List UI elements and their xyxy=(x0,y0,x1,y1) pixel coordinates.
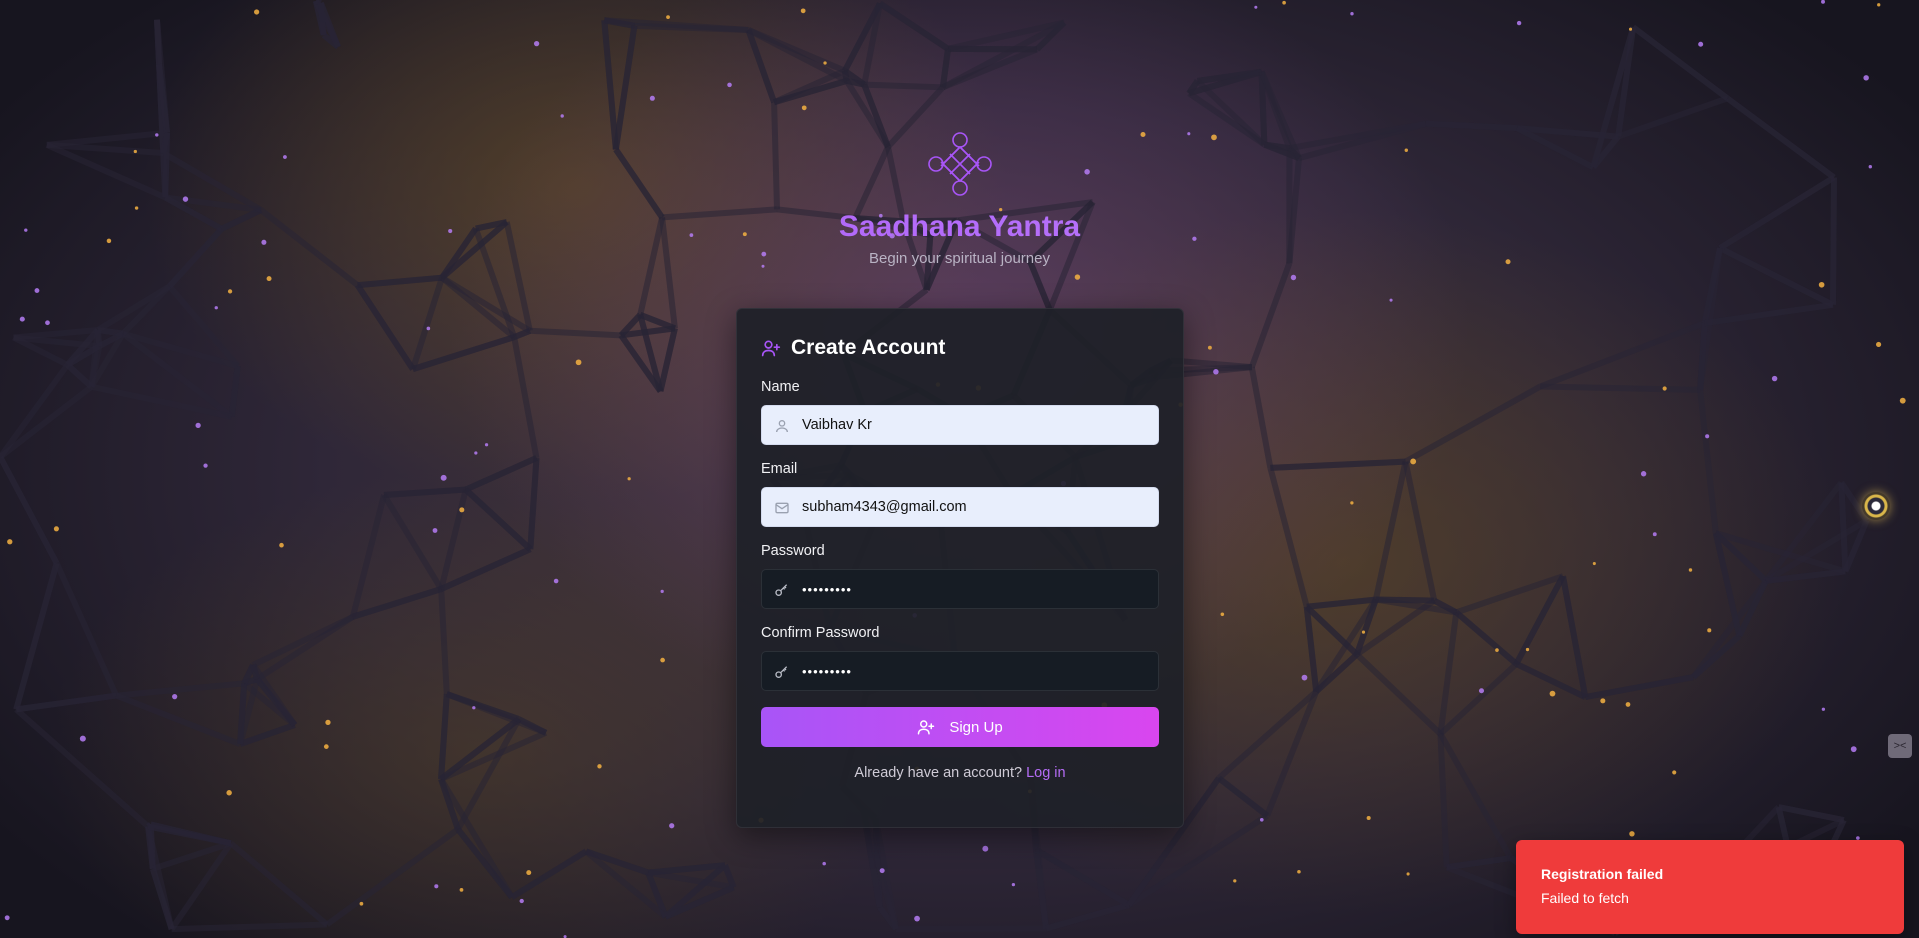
sign-up-button[interactable]: Sign Up xyxy=(761,707,1159,747)
app-title: Saadhana Yantra xyxy=(0,210,1919,244)
password-field-group: Password xyxy=(761,543,1159,609)
confirm-password-field-group: Confirm Password xyxy=(761,625,1159,691)
card-title: Create Account xyxy=(791,336,946,359)
user-plus-icon xyxy=(918,720,935,735)
password-input[interactable] xyxy=(762,570,1158,608)
name-field-group: Name xyxy=(761,379,1159,445)
mail-icon xyxy=(775,502,789,514)
signup-card: Create Account Name Email Password C xyxy=(736,308,1184,828)
password-input-wrapper xyxy=(761,569,1159,609)
sign-up-label: Sign Up xyxy=(949,718,1003,736)
confirm-password-input-wrapper xyxy=(761,651,1159,691)
key-icon xyxy=(775,666,788,678)
login-prompt: Already have an account? Log in xyxy=(761,765,1159,781)
user-icon xyxy=(776,420,788,433)
login-link[interactable]: Log in xyxy=(1026,765,1066,781)
email-input-wrapper xyxy=(761,487,1159,527)
toast-message: Failed to fetch xyxy=(1541,890,1629,906)
name-input[interactable] xyxy=(762,406,1158,444)
name-input-wrapper xyxy=(761,405,1159,445)
widget-toggle-icon[interactable]: >< xyxy=(1888,734,1912,758)
yantra-knot-icon xyxy=(927,132,992,196)
confirm-password-label: Confirm Password xyxy=(761,625,880,641)
email-input[interactable] xyxy=(762,488,1158,526)
email-label: Email xyxy=(761,461,798,477)
email-field-group: Email xyxy=(761,461,1159,527)
app-subtitle: Begin your spiritual journey xyxy=(869,250,1050,267)
login-prompt-text: Already have an account? xyxy=(854,765,1023,781)
user-plus-icon xyxy=(761,340,781,357)
brand-header: Saadhana Yantra Begin your spiritual jou… xyxy=(0,128,1919,267)
floating-orb-button[interactable] xyxy=(1862,492,1890,520)
toast-title: Registration failed xyxy=(1541,866,1664,882)
error-toast: Registration failed Failed to fetch xyxy=(1516,840,1904,934)
key-icon xyxy=(775,584,788,596)
password-label: Password xyxy=(761,543,825,559)
name-label: Name xyxy=(761,379,800,395)
card-header: Create Account xyxy=(761,333,1159,363)
confirm-password-input[interactable] xyxy=(762,652,1158,690)
